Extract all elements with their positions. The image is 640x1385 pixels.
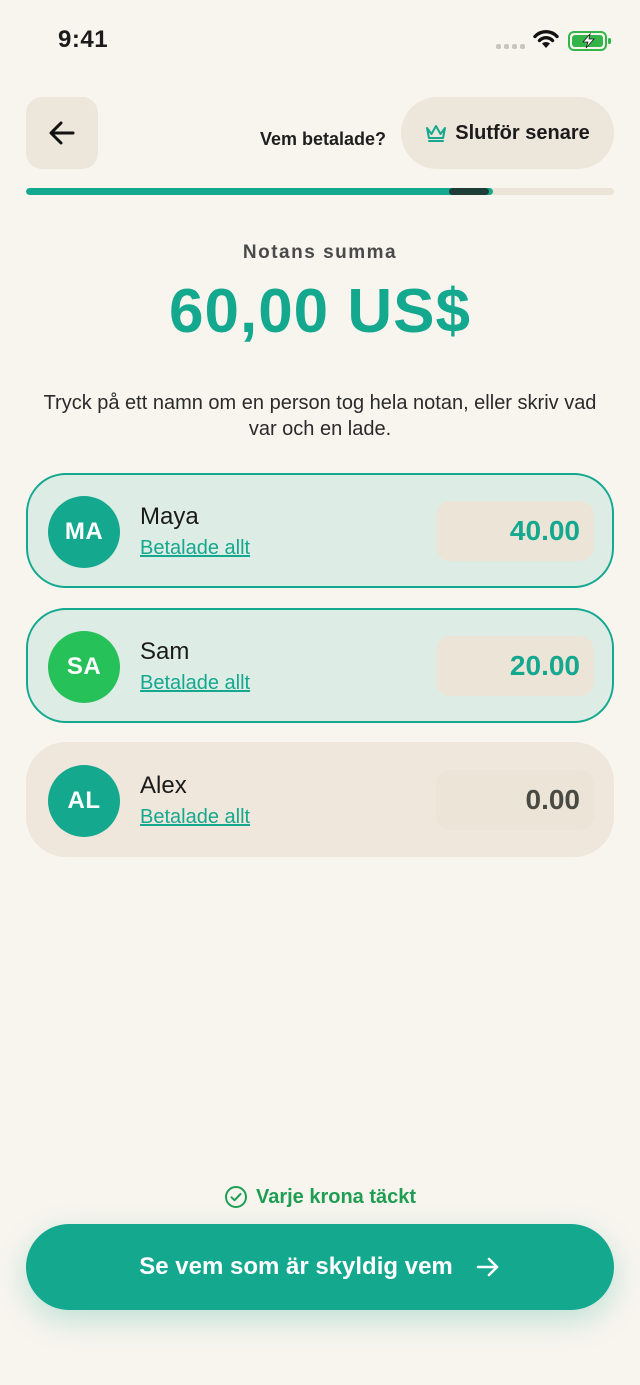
payer-card-maya[interactable]: MA Maya Betalade allt 40.00 bbox=[26, 473, 614, 588]
avatar: SA bbox=[48, 631, 120, 703]
progress-current-step bbox=[449, 188, 489, 195]
avatar: MA bbox=[48, 496, 120, 568]
battery-charging-icon bbox=[568, 31, 611, 51]
coverage-status: Varje krona täckt bbox=[0, 1185, 640, 1209]
see-who-owes-whom-button[interactable]: Se vem som är skyldig vem bbox=[26, 1224, 614, 1310]
payer-name: Maya bbox=[140, 503, 199, 530]
paid-all-link[interactable]: Betalade allt bbox=[140, 672, 250, 695]
cellular-signal-icon bbox=[496, 44, 525, 49]
step-title: Vem betalade? bbox=[259, 129, 386, 149]
crown-icon bbox=[426, 125, 447, 142]
progress-bar bbox=[26, 188, 614, 195]
amount-input[interactable]: 0.00 bbox=[436, 770, 594, 830]
coverage-status-label: Varje krona täckt bbox=[255, 1185, 417, 1208]
paid-all-link[interactable]: Betalade allt bbox=[140, 537, 250, 560]
payer-card-sam[interactable]: SA Sam Betalade allt 20.00 bbox=[26, 608, 614, 723]
arrow-right-icon bbox=[476, 1257, 499, 1277]
payer-name: Alex bbox=[140, 772, 187, 799]
arrow-left-icon bbox=[49, 121, 75, 145]
total-amount: 60,00 US$ bbox=[169, 277, 471, 346]
payer-name: Sam bbox=[140, 638, 190, 665]
wifi-icon bbox=[533, 30, 559, 48]
avatar: AL bbox=[48, 765, 120, 837]
payer-card-alex[interactable]: AL Alex Betalade allt 0.00 bbox=[26, 742, 614, 857]
check-circle-icon bbox=[224, 1186, 247, 1208]
finish-later-button[interactable]: Slutför senare bbox=[401, 97, 614, 169]
primary-button-label: Se vem som är skyldig vem bbox=[139, 1253, 453, 1280]
status-time: 9:41 bbox=[58, 26, 109, 53]
progress-fill bbox=[26, 188, 493, 195]
amount-input[interactable]: 40.00 bbox=[436, 501, 594, 561]
amount-input[interactable]: 20.00 bbox=[436, 636, 594, 696]
status-bar: 9:41 bbox=[0, 0, 640, 80]
paid-all-link[interactable]: Betalade allt bbox=[140, 806, 250, 829]
finish-later-label: Slutför senare bbox=[455, 121, 590, 144]
total-label: Notans summa bbox=[242, 242, 398, 263]
instructions-text: Tryck på ett namn om en person tog hela … bbox=[43, 392, 597, 440]
back-button[interactable] bbox=[26, 97, 98, 169]
